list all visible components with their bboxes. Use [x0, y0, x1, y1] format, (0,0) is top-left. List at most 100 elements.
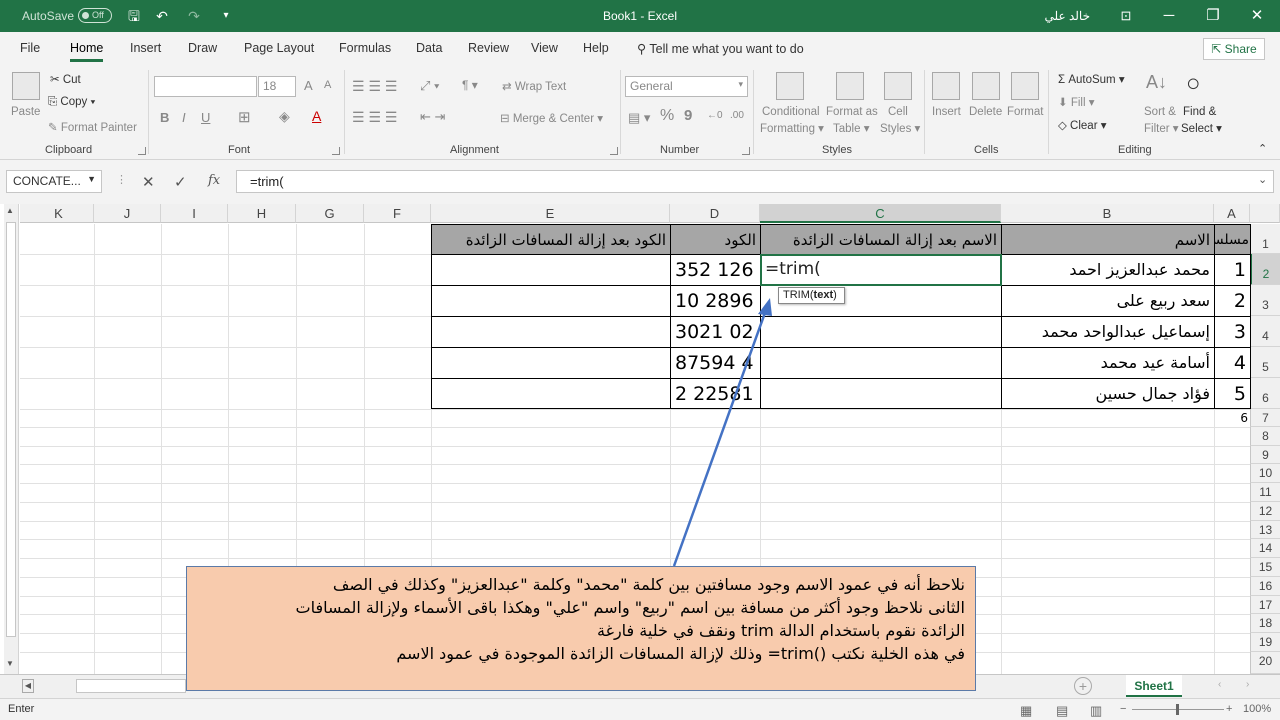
header-cell-c[interactable]: الاسم بعد إزالة المسافات الزائدة — [760, 224, 1002, 255]
page-layout-view-icon[interactable]: ▤ — [1056, 703, 1068, 719]
cell-b3[interactable]: سعد ربيع على — [1001, 285, 1215, 317]
row-header-17[interactable]: 17 — [1250, 596, 1280, 614]
header-cell-d[interactable]: الكود — [670, 224, 761, 255]
collapse-ribbon-icon[interactable]: ⌃ — [1258, 142, 1267, 155]
cell-e4[interactable] — [431, 316, 671, 348]
increase-decimal-button[interactable]: ←0 — [707, 110, 723, 121]
sort-filter-icon[interactable]: A↓ — [1146, 72, 1167, 93]
normal-view-icon[interactable]: ▦ — [1020, 703, 1032, 719]
zoom-level[interactable]: 100% — [1243, 703, 1271, 715]
row-header-14[interactable]: 14 — [1250, 539, 1280, 558]
cell-d6[interactable]: 2 22581 — [670, 378, 761, 409]
minimize-button[interactable]: ─ — [1146, 0, 1192, 32]
scroll-down-icon[interactable]: ▼ — [6, 659, 14, 668]
cell-d4[interactable]: 3021 02 — [670, 316, 761, 348]
orientation-icon[interactable]: ⤢ ▾ — [420, 78, 439, 94]
font-color-icon[interactable]: A — [312, 108, 321, 124]
sort-filter-button[interactable]: Sort & — [1144, 106, 1176, 118]
tab-draw[interactable]: Draw — [188, 41, 217, 55]
grow-font-button[interactable]: A — [304, 78, 313, 93]
column-header-k[interactable]: K — [24, 204, 94, 223]
row-header-16[interactable]: 16 — [1250, 577, 1280, 596]
cell-b4[interactable]: إسماعيل عبدالواحد محمد — [1001, 316, 1215, 348]
tab-review[interactable]: Review — [468, 41, 509, 55]
format-cells-button[interactable]: Format — [1007, 106, 1043, 118]
horizontal-scrollbar[interactable] — [76, 679, 186, 693]
cell-c6[interactable] — [760, 378, 1002, 409]
formula-input[interactable]: =trim( — [236, 170, 1274, 193]
row-header-12[interactable]: 12 — [1250, 502, 1280, 521]
tab-file[interactable]: File — [20, 41, 40, 55]
format-as-table-icon[interactable] — [836, 72, 864, 100]
italic-button[interactable]: I — [182, 110, 186, 125]
sheet-tab-sheet1[interactable]: Sheet1 — [1126, 675, 1182, 697]
tab-home[interactable]: Home — [70, 41, 104, 62]
tab-formulas[interactable]: Formulas — [339, 41, 391, 55]
cell-a4[interactable]: 3 — [1214, 316, 1251, 348]
function-tooltip[interactable]: TRIM(text) — [778, 287, 845, 304]
new-sheet-icon[interactable]: + — [1074, 677, 1092, 695]
format-as-table-button[interactable]: Format as — [826, 106, 878, 118]
zoom-in-icon[interactable]: + — [1226, 703, 1232, 715]
select-all-corner[interactable] — [1250, 204, 1280, 223]
column-header-g[interactable]: G — [296, 204, 364, 223]
user-name[interactable]: خالد علي — [1045, 9, 1091, 23]
delete-cells-button[interactable]: Delete — [969, 106, 1002, 118]
accounting-icon[interactable]: ▤ ▾ — [628, 110, 650, 126]
row-header-8[interactable]: 8 — [1250, 427, 1280, 446]
bold-button[interactable]: B — [160, 110, 169, 125]
cell-d3[interactable]: 10 2896 — [670, 285, 761, 317]
rtl-icon[interactable]: ¶ ▾ — [462, 78, 478, 92]
row-header-3[interactable]: 3 — [1250, 285, 1280, 316]
insert-cells-icon[interactable] — [932, 72, 960, 100]
cell-b5[interactable]: أسامة عيد محمد — [1001, 347, 1215, 379]
row-header-7[interactable]: 7 — [1250, 409, 1280, 427]
row-header-4[interactable]: 4 — [1250, 316, 1280, 347]
row-header-10[interactable]: 10 — [1250, 464, 1280, 483]
tab-data[interactable]: Data — [416, 41, 442, 55]
cell-a3[interactable]: 2 — [1214, 285, 1251, 317]
cell-styles-button[interactable]: Cell — [888, 106, 908, 118]
row-header-1[interactable]: 1 — [1250, 224, 1280, 254]
format-painter-button[interactable]: ✎ Format Painter — [48, 120, 137, 134]
restore-button[interactable]: ❐ — [1190, 0, 1236, 32]
cell-a2[interactable]: 1 — [1214, 254, 1251, 286]
cell-b2[interactable]: محمد عبدالعزيز احمد — [1001, 254, 1215, 286]
copy-button[interactable]: ⎘ Copy ▾ — [48, 96, 95, 109]
column-header-e[interactable]: E — [431, 204, 670, 223]
comma-button[interactable]: 9 — [684, 107, 692, 124]
paste-icon[interactable] — [12, 72, 40, 100]
decrease-decimal-button[interactable]: .00 — [730, 110, 744, 121]
active-cell-c2[interactable]: =trim( — [760, 254, 1002, 286]
row-header-19[interactable]: 19 — [1250, 633, 1280, 652]
cell-e5[interactable] — [431, 347, 671, 379]
column-header-i[interactable]: I — [161, 204, 228, 223]
row-header-6[interactable]: 6 — [1250, 378, 1280, 409]
tab-insert[interactable]: Insert — [130, 41, 161, 55]
cell-a7[interactable]: 6 — [1214, 409, 1250, 427]
insert-function-icon[interactable]: fx — [208, 173, 220, 188]
row-header-20[interactable]: 20 — [1250, 652, 1280, 674]
cell-d2[interactable]: 352 126 — [670, 254, 761, 286]
column-header-a[interactable]: A — [1214, 204, 1250, 223]
number-format-box[interactable]: General ▾ — [625, 76, 748, 97]
tab-page-layout[interactable]: Page Layout — [244, 41, 314, 55]
tell-me-search[interactable]: ⚲ Tell me what you want to do — [637, 41, 804, 56]
wrap-text-button[interactable]: ⇄ Wrap Text — [502, 79, 566, 93]
row-header-2[interactable]: 2 — [1250, 254, 1280, 285]
indent-icon[interactable]: ⇤ ⇥ — [420, 109, 445, 125]
column-header-h[interactable]: H — [228, 204, 296, 223]
row-header-9[interactable]: 9 — [1250, 446, 1280, 464]
borders-icon[interactable]: ⊞ — [238, 108, 251, 126]
cell-a6[interactable]: 5 — [1214, 378, 1251, 409]
column-header-d[interactable]: D — [670, 204, 760, 223]
row-header-18[interactable]: 18 — [1250, 614, 1280, 633]
fill-button[interactable]: ⬇ Fill ▾ — [1058, 95, 1095, 109]
close-button[interactable]: ✕ — [1234, 0, 1280, 32]
row-header-15[interactable]: 15 — [1250, 558, 1280, 577]
column-header-b[interactable]: B — [1001, 204, 1214, 223]
cancel-icon[interactable]: ✕ — [142, 173, 155, 191]
clear-button[interactable]: ◇ Clear ▾ — [1058, 118, 1107, 132]
ribbon-display-icon[interactable]: ⊡ — [1116, 6, 1136, 26]
row-header-11[interactable]: 11 — [1250, 483, 1280, 502]
